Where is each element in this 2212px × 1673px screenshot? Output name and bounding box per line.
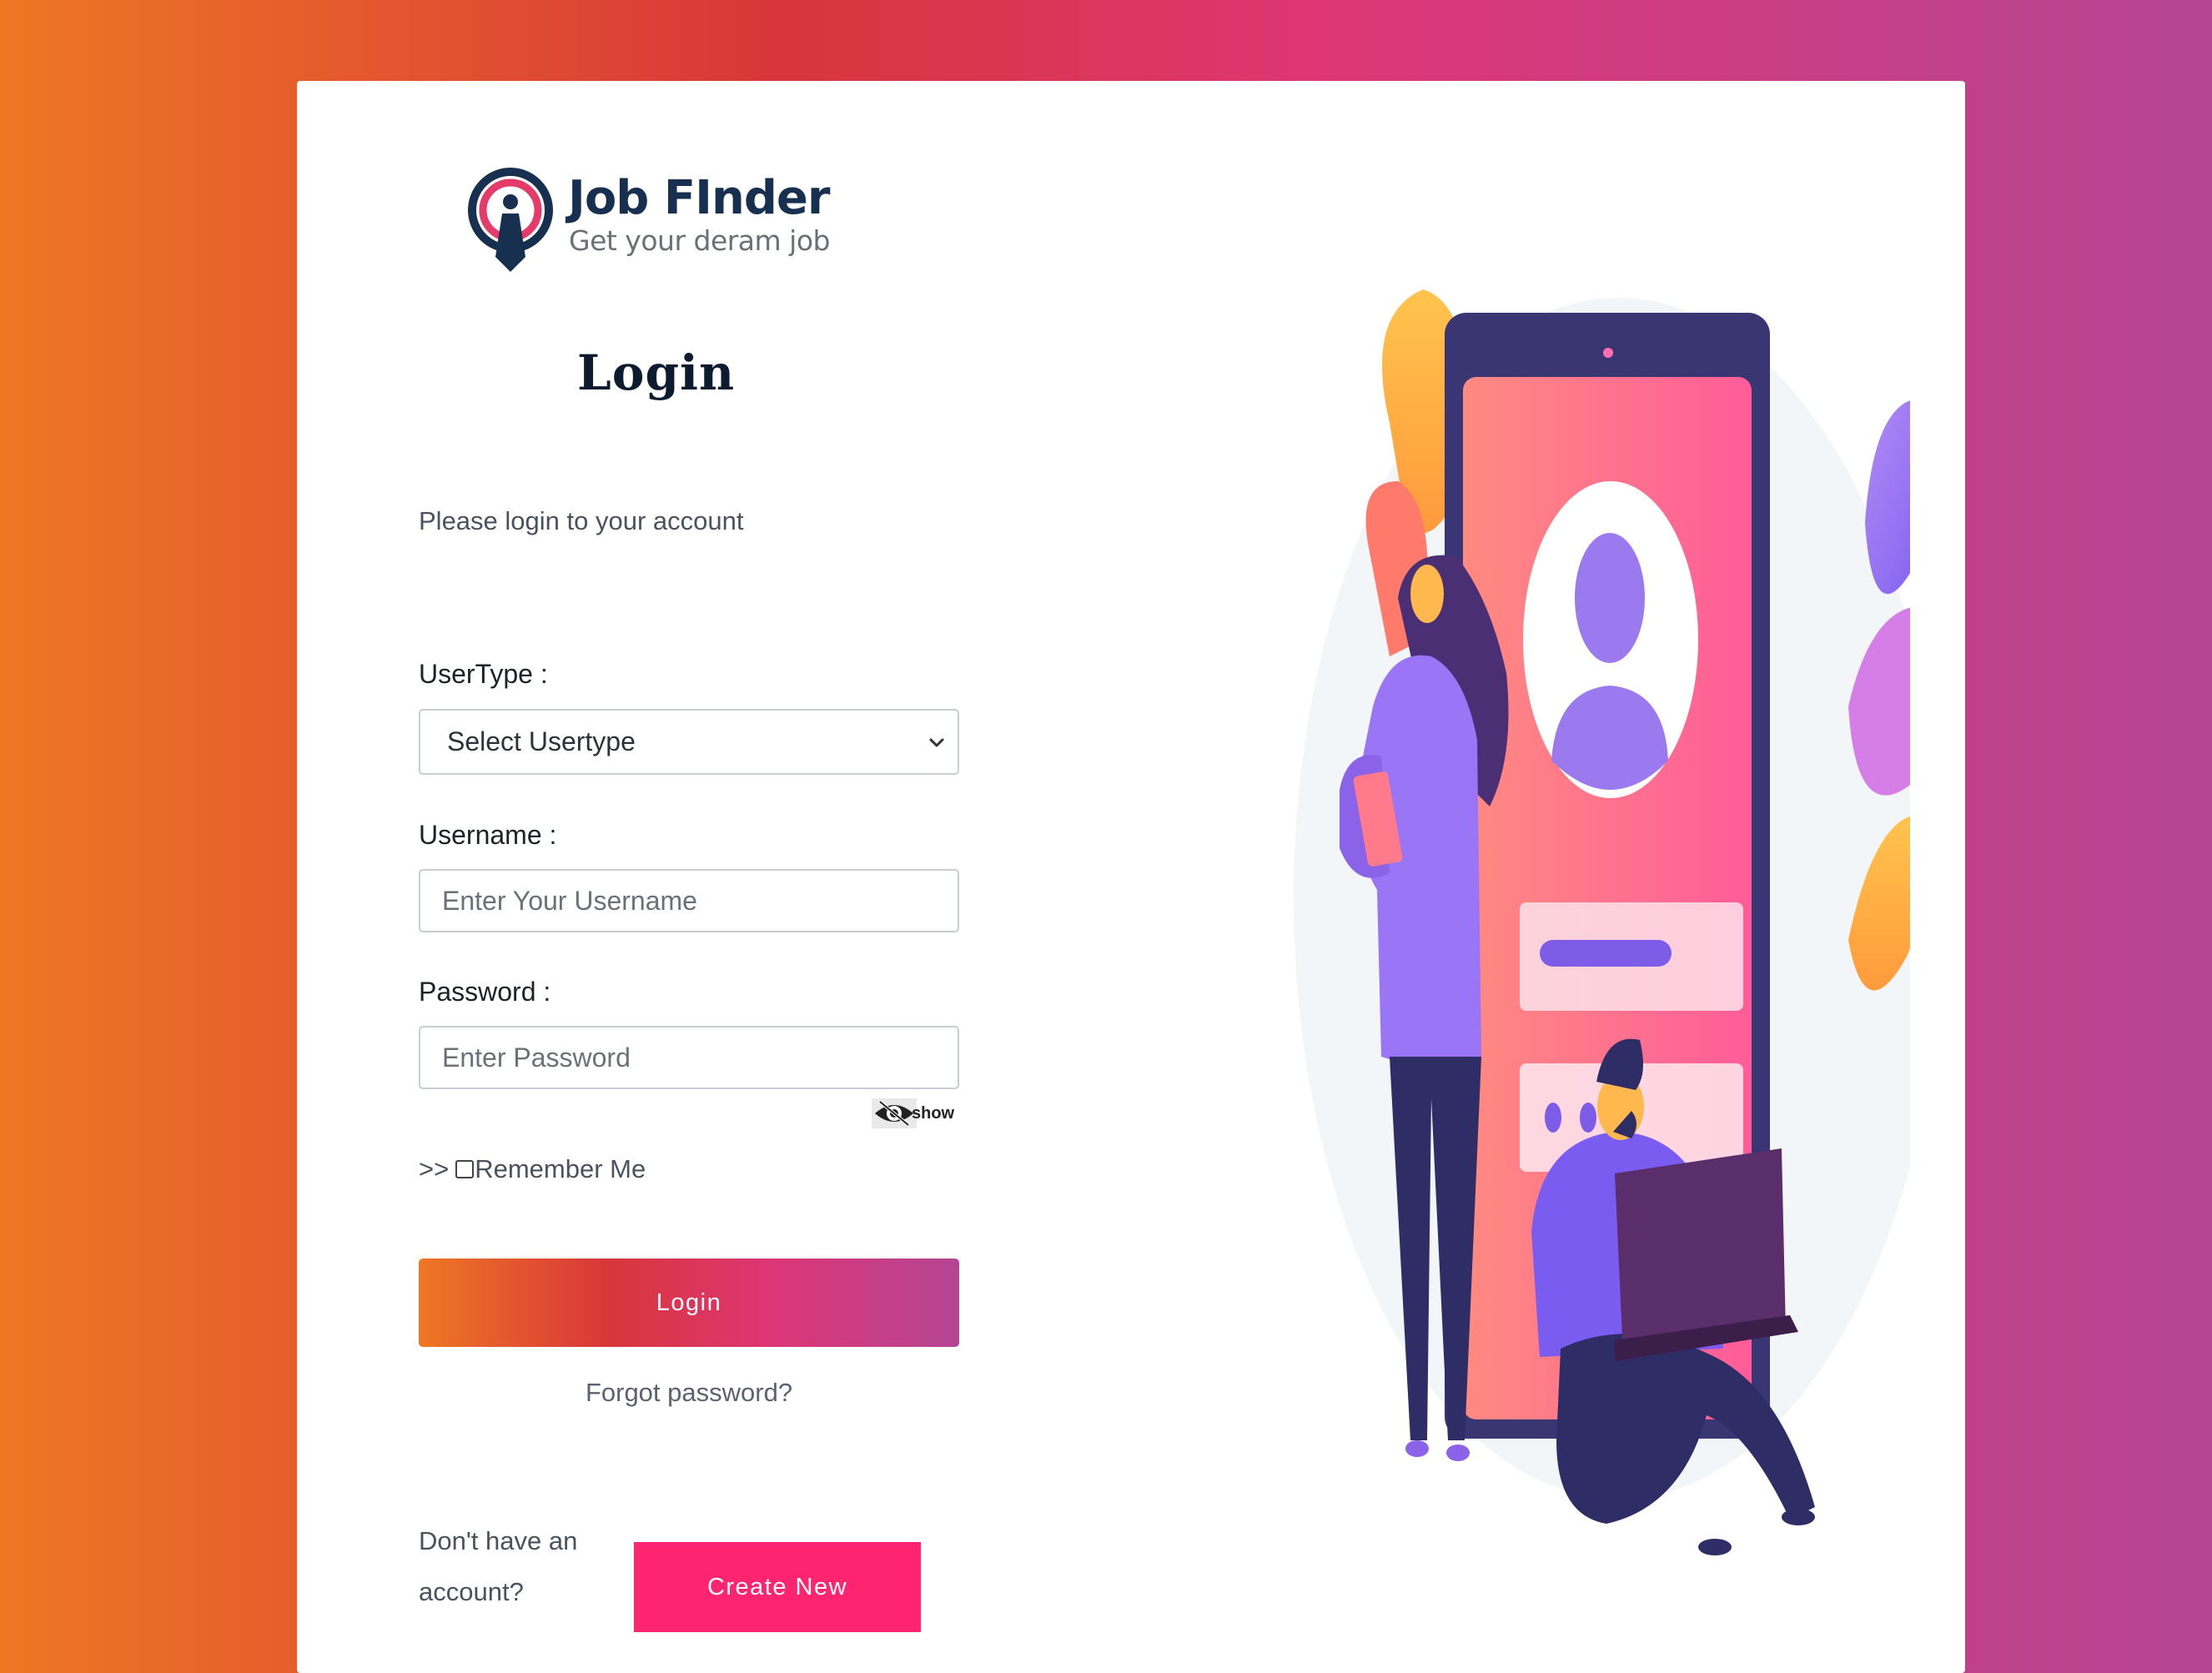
forgot-password-link[interactable]: Forgot password? <box>419 1378 959 1408</box>
brand-name: Job FInder <box>568 171 831 225</box>
login-card: Job FInder Get your deram job Login Plea… <box>297 81 1965 1673</box>
usertype-select-value: Select Usertype <box>447 726 636 756</box>
password-label: Password : <box>419 977 551 1007</box>
usertype-label: UserType : <box>419 659 548 689</box>
username-input[interactable] <box>419 869 959 932</box>
brand-tagline: Get your deram job <box>569 224 830 257</box>
remember-me-row: >> Remember Me <box>419 1154 646 1184</box>
page-title: Login <box>577 344 736 401</box>
login-button[interactable]: Login <box>419 1259 959 1347</box>
show-password-toggle[interactable]: show <box>872 1097 954 1130</box>
login-illustration <box>1294 289 1959 1555</box>
password-input[interactable] <box>419 1026 959 1089</box>
remember-me-label: Remember Me <box>475 1154 646 1183</box>
chevron-down-icon <box>929 738 944 747</box>
create-account-button[interactable]: Create New <box>634 1542 921 1632</box>
login-intro-text: Please login to your account <box>419 506 744 535</box>
login-panel: Job FInder Get your deram job Login Plea… <box>297 81 1214 1673</box>
remember-prefix: >> <box>419 1154 450 1183</box>
username-label: Username : <box>419 820 557 850</box>
usertype-select[interactable]: Select Usertype <box>419 709 959 775</box>
signup-prompt: Don't have an account? <box>419 1526 578 1606</box>
show-password-label: show <box>912 1103 955 1123</box>
eye-slash-icon <box>872 1098 917 1128</box>
card-edge <box>1910 83 1965 1615</box>
remember-me-checkbox[interactable] <box>455 1160 475 1178</box>
